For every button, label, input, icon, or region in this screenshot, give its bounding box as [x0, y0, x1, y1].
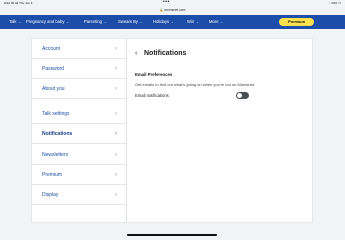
sidebar-item-label: Talk settings [42, 111, 70, 117]
main-nav: Talk ⌄ Pregnancy and baby ⌄ Parenting ⌄ Swe… [0, 15, 345, 29]
home-indicator[interactable] [127, 234, 217, 236]
settings-card: Account › Password › About you › Talk setti… [31, 38, 313, 223]
url-text: mumsnet.com [164, 8, 186, 12]
chevron-down-icon: ⌄ [18, 20, 21, 24]
nav-item-more[interactable]: More ⌄ [209, 15, 223, 29]
chevron-down-icon: ⌄ [171, 20, 174, 24]
sidebar-item-premium[interactable]: Premium › [32, 165, 126, 185]
sidebar-item-talk-settings[interactable]: Talk settings › [32, 104, 126, 124]
nav-item-win[interactable]: Win ⌄ [187, 15, 199, 29]
nav-item-parenting[interactable]: Parenting ⌄ [84, 15, 106, 29]
chevron-right-icon: › [115, 152, 117, 158]
sidebar-item-display[interactable]: Display › [32, 185, 126, 205]
email-notifications-label: Email notifications [135, 93, 169, 98]
nav-label: Talk [9, 19, 17, 24]
sidebar-item-password[interactable]: Password › [32, 59, 126, 79]
chevron-down-icon: ⌄ [196, 20, 199, 24]
sidebar-item-label: About you [42, 86, 65, 92]
nav-item-pregnancy[interactable]: Pregnancy and baby ⌄ [26, 15, 69, 29]
nav-item-talk[interactable]: Talk ⌄ [9, 15, 21, 29]
chevron-right-icon: › [115, 131, 117, 137]
multitask-dots-icon[interactable]: ••• [163, 0, 170, 5]
nav-label: Swears By [118, 19, 139, 24]
chevron-right-icon: › [115, 46, 117, 52]
chevron-down-icon: ⌄ [220, 20, 224, 24]
back-chevron-icon[interactable]: ‹ [135, 50, 137, 58]
notifications-panel: ‹ Notifications Email Preferences Get em… [135, 39, 311, 222]
nav-label: Win [187, 19, 195, 24]
sidebar-item-label: Notifications [42, 131, 73, 137]
chevron-right-icon: › [115, 66, 117, 72]
sidebar-item-label: Display [42, 192, 59, 198]
chevron-right-icon: › [115, 172, 117, 178]
sidebar-item-label: Newsletters [42, 152, 69, 158]
nav-label: Pregnancy and baby [26, 19, 65, 24]
sidebar-item-label: Account [42, 46, 61, 52]
section-title: Email Preferences [135, 72, 173, 77]
sidebar-item-newsletters[interactable]: Newsletters › [32, 145, 126, 165]
chevron-down-icon: ⌄ [140, 20, 143, 24]
sidebar-item-account[interactable]: Account › [32, 39, 126, 59]
toggle-knob [237, 93, 242, 98]
nav-label: More [209, 19, 219, 24]
chevron-down-icon: ⌄ [103, 20, 107, 24]
battery-icon: ▭ [338, 1, 341, 5]
settings-sidebar: Account › Password › About you › Talk setti… [32, 39, 127, 222]
nav-item-swears-by[interactable]: Swears By ⌄ [118, 15, 143, 29]
section-description: Get emails to find out what's going on w… [135, 82, 256, 87]
nav-label: Holidays [153, 19, 170, 24]
lock-icon: 🔒 [159, 8, 164, 12]
chevron-right-icon: › [115, 192, 117, 198]
chevron-right-icon: › [115, 86, 117, 92]
email-notifications-toggle[interactable] [236, 92, 249, 99]
nav-item-holidays[interactable]: Holidays ⌄ [153, 15, 174, 29]
sidebar-item-about-you[interactable]: About you › [32, 79, 126, 99]
chevron-right-icon: › [115, 111, 117, 117]
page-title: Notifications [144, 50, 187, 57]
premium-button[interactable]: Premium [279, 18, 314, 26]
sidebar-item-label: Premium [42, 172, 63, 178]
url-bar[interactable]: 🔒mumsnet.com [0, 6, 345, 15]
nav-label: Parenting [84, 19, 102, 24]
chevron-down-icon: ⌄ [66, 20, 69, 24]
sidebar-item-label: Password [42, 66, 64, 72]
battery-percent: 29% [331, 1, 338, 5]
sidebar-item-notifications[interactable]: Notifications › [32, 124, 126, 144]
